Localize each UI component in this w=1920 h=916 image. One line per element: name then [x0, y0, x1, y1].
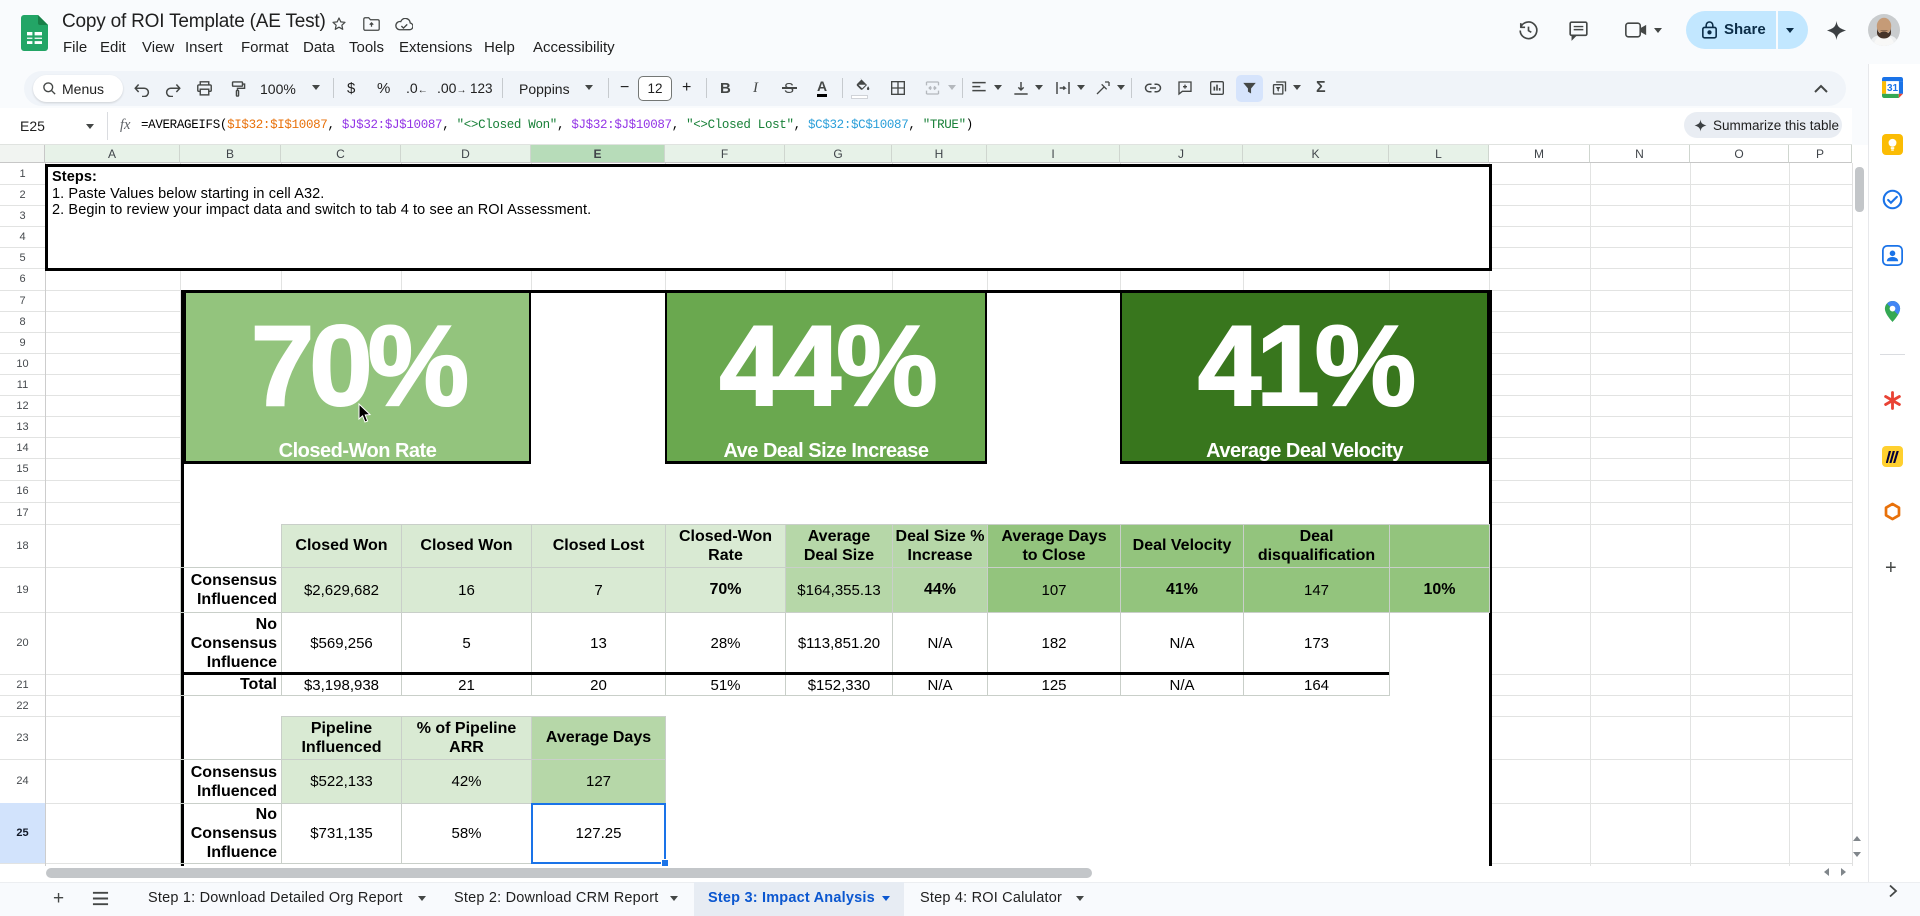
svg-text:31: 31: [1887, 83, 1899, 94]
